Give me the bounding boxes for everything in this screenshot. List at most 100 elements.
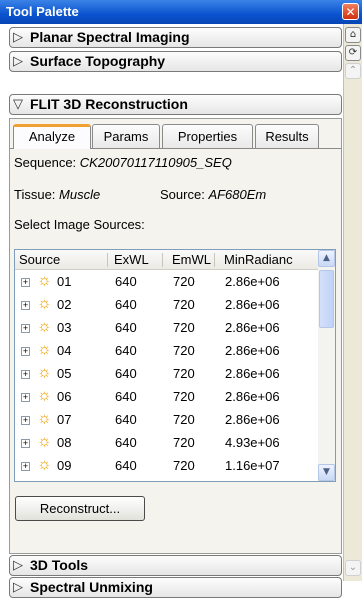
cell-emwl: 720: [173, 297, 195, 312]
section-label: Surface Topography: [30, 53, 166, 69]
plus-box-icon[interactable]: +: [21, 462, 30, 471]
cell-minradiance: 2.86e+06: [225, 412, 280, 427]
palette-side-strip: ⌂ ⟳ ⌃ ⌄: [343, 24, 362, 581]
scroll-up-icon[interactable]: ⌃: [345, 63, 361, 79]
plus-box-icon[interactable]: +: [21, 416, 30, 425]
scroll-down-arrow-icon[interactable]: ▼: [318, 464, 335, 481]
cell-minradiance: 2.86e+06: [225, 389, 280, 404]
tissue-value: Muscle: [59, 187, 101, 202]
cell-source: 09: [57, 458, 72, 473]
cell-emwl: 720: [173, 366, 195, 381]
section-label: FLIT 3D Reconstruction: [30, 96, 188, 112]
reconstruct-button[interactable]: Reconstruct...: [15, 496, 145, 521]
cell-source: 08: [57, 435, 72, 450]
cell-minradiance: 4.93e+06: [225, 435, 280, 450]
cell-minradiance: 1.16e+07: [225, 458, 280, 473]
window-titlebar: Tool Palette ✕: [0, 0, 362, 24]
section-label: 3D Tools: [30, 557, 89, 573]
cell-emwl: 720: [173, 343, 195, 358]
table-row[interactable]: + ☼ 03 640 720 2.86e+06: [15, 317, 318, 340]
table-row[interactable]: + ☼ 09 640 720 1.16e+07: [15, 455, 318, 478]
cell-emwl: 720: [173, 389, 195, 404]
column-header-source[interactable]: Source: [19, 252, 60, 267]
cell-source: 06: [57, 389, 72, 404]
cell-exwl: 640: [115, 435, 137, 450]
table-row[interactable]: + ☼ 07 640 720 2.86e+06: [15, 409, 318, 432]
sequence-line: Sequence: CK20070117110905_SEQ: [14, 155, 232, 170]
tab-properties[interactable]: Properties: [162, 124, 253, 148]
section-surface-topography[interactable]: ▷ Surface Topography: [9, 51, 342, 72]
table-row[interactable]: + ☼ 01 640 720 2.86e+06: [15, 271, 318, 294]
cell-exwl: 640: [115, 458, 137, 473]
dock-icon[interactable]: ⟳: [345, 45, 361, 61]
list-header: Source ExWL EmWL MinRadianc: [15, 250, 318, 270]
pin-icon[interactable]: ⌂: [345, 27, 361, 43]
cell-emwl: 720: [173, 435, 195, 450]
cell-source: 07: [57, 412, 72, 427]
table-row[interactable]: + ☼ 08 640 720 4.93e+06: [15, 432, 318, 455]
cell-exwl: 640: [115, 412, 137, 427]
section-planar-spectral-imaging[interactable]: ▷ Planar Spectral Imaging: [9, 27, 342, 48]
sun-icon: ☼: [37, 272, 52, 289]
section-3d-tools[interactable]: ▷ 3D Tools: [9, 555, 342, 576]
source-line: Source: AF680Em: [160, 187, 267, 202]
table-row[interactable]: + ☼ 06 640 720 2.86e+06: [15, 386, 318, 409]
close-button[interactable]: ✕: [342, 3, 359, 20]
plus-box-icon[interactable]: +: [21, 278, 30, 287]
cell-source: 01: [57, 274, 72, 289]
source-value: AF680Em: [208, 187, 267, 202]
scroll-down-icon[interactable]: ⌄: [345, 560, 361, 576]
table-row[interactable]: + ☼ 05 640 720 2.86e+06: [15, 363, 318, 386]
cell-exwl: 640: [115, 366, 137, 381]
select-sources-label: Select Image Sources:: [14, 217, 145, 232]
cell-minradiance: 2.86e+06: [225, 297, 280, 312]
collapsed-arrow-icon: ▷: [13, 29, 23, 44]
expanded-arrow-icon: ▽: [13, 96, 23, 111]
section-label: Planar Spectral Imaging: [30, 29, 190, 45]
plus-box-icon[interactable]: +: [21, 301, 30, 310]
table-row[interactable]: + ☼ 04 640 720 2.86e+06: [15, 340, 318, 363]
cell-source: 04: [57, 343, 72, 358]
collapsed-arrow-icon: ▷: [13, 53, 23, 68]
collapsed-arrow-icon: ▷: [13, 557, 23, 572]
section-label: Spectral Unmixing: [30, 579, 153, 595]
sun-icon: ☼: [37, 364, 52, 381]
cell-exwl: 640: [115, 320, 137, 335]
section-flit-3d-reconstruction[interactable]: ▽ FLIT 3D Reconstruction: [9, 94, 342, 115]
section-spectral-unmixing[interactable]: ▷ Spectral Unmixing: [9, 577, 342, 598]
scroll-up-arrow-icon[interactable]: ▲: [318, 250, 335, 267]
sun-icon: ☼: [37, 410, 52, 427]
close-icon: ✕: [345, 5, 356, 19]
plus-box-icon[interactable]: +: [21, 370, 30, 379]
cell-emwl: 720: [173, 458, 195, 473]
cell-emwl: 720: [173, 320, 195, 335]
cell-emwl: 720: [173, 274, 195, 289]
plus-box-icon[interactable]: +: [21, 347, 30, 356]
scroll-thumb[interactable]: [319, 270, 334, 328]
tab-results[interactable]: Results: [255, 124, 319, 148]
column-header-exwl[interactable]: ExWL: [114, 252, 149, 267]
sun-icon: ☼: [37, 295, 52, 312]
column-header-minradiance[interactable]: MinRadianc: [224, 252, 293, 267]
image-sources-list[interactable]: Source ExWL EmWL MinRadianc + ☼ 01 640 720 2.…: [14, 249, 336, 482]
plus-box-icon[interactable]: +: [21, 324, 30, 333]
cell-emwl: 720: [173, 412, 195, 427]
cell-exwl: 640: [115, 297, 137, 312]
column-header-emwl[interactable]: EmWL: [172, 252, 211, 267]
tab-analyze[interactable]: Analyze: [13, 124, 91, 149]
cell-minradiance: 2.86e+06: [225, 320, 280, 335]
sun-icon: ☼: [37, 387, 52, 404]
sun-icon: ☼: [37, 433, 52, 450]
cell-minradiance: 2.86e+06: [225, 366, 280, 381]
tab-params[interactable]: Params: [92, 124, 160, 148]
cell-exwl: 640: [115, 343, 137, 358]
sun-icon: ☼: [37, 456, 52, 473]
cell-source: 02: [57, 297, 72, 312]
tissue-line: Tissue: Muscle: [14, 187, 101, 202]
plus-box-icon[interactable]: +: [21, 393, 30, 402]
cell-minradiance: 2.86e+06: [225, 274, 280, 289]
table-row[interactable]: + ☼ 02 640 720 2.86e+06: [15, 294, 318, 317]
list-scrollbar[interactable]: ▲ ▼: [318, 250, 335, 481]
plus-box-icon[interactable]: +: [21, 439, 30, 448]
collapsed-arrow-icon: ▷: [13, 579, 23, 594]
